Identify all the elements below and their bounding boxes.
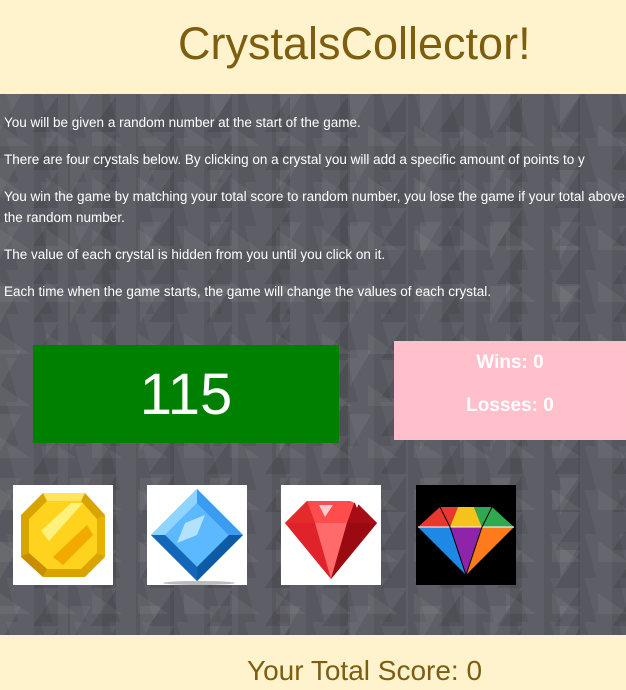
game-board: You will be given a random number at the… bbox=[0, 94, 626, 635]
instruction-line: You will be given a random number at the… bbox=[4, 115, 361, 130]
instruction-line: Each time when the game starts, the game… bbox=[4, 284, 492, 299]
crystal-button-rainbow[interactable] bbox=[416, 485, 516, 585]
page-title: CrystalsCollector! bbox=[178, 18, 531, 69]
instruction-line: There are four crystals below. By clicki… bbox=[4, 152, 585, 167]
instruction-line: You win the game by matching your total … bbox=[4, 189, 625, 225]
score-bar: Your Total Score: 0 bbox=[0, 635, 626, 690]
blue-crystal-icon bbox=[151, 489, 243, 585]
target-number: 115 bbox=[33, 345, 339, 443]
total-score: Your Total Score: 0 bbox=[247, 655, 483, 686]
instruction-line: The value of each crystal is hidden from… bbox=[4, 247, 386, 262]
crystal-button-blue[interactable] bbox=[147, 485, 247, 585]
red-crystal-icon bbox=[285, 495, 377, 579]
wins-count: Wins: 0 bbox=[476, 352, 544, 373]
rainbow-crystal-icon bbox=[418, 506, 514, 577]
yellow-crystal-icon bbox=[21, 493, 105, 577]
stats-panel: Wins: 0 Losses: 0 bbox=[394, 341, 626, 440]
crystal-button-yellow[interactable] bbox=[13, 485, 113, 585]
header: CrystalsCollector! bbox=[0, 0, 626, 94]
crystal-button-red[interactable] bbox=[281, 485, 381, 585]
losses-count: Losses: 0 bbox=[466, 395, 554, 416]
